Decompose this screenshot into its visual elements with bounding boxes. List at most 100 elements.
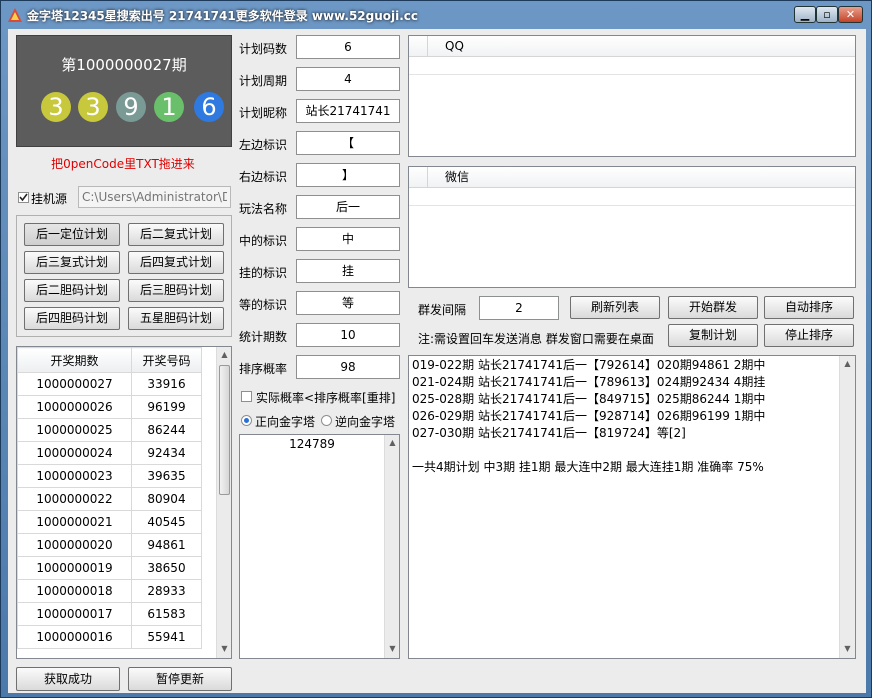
field-input[interactable]: 站长21741741 (296, 99, 400, 123)
app-window: 金字塔12345星搜索出号 21741741更多软件登录 www.52guoji… (0, 0, 872, 698)
plan-button[interactable]: 后一定位计划 (24, 223, 120, 246)
reverse-radio[interactable] (321, 415, 332, 426)
forward-radio[interactable] (241, 415, 252, 426)
field-input[interactable]: 98 (296, 355, 400, 379)
table-row[interactable]: 1000000024 92434 (17, 441, 202, 465)
table-row[interactable]: 1000000025 86244 (17, 418, 202, 442)
history-period-cell: 1000000020 (17, 533, 132, 557)
wechat-list[interactable]: 微信 (408, 166, 856, 288)
history-number-cell: 86244 (131, 418, 202, 442)
table-row[interactable]: 1000000020 94861 (17, 533, 202, 557)
scroll-thumb[interactable] (219, 365, 230, 495)
minimize-button[interactable]: ▁ (794, 6, 816, 23)
maximize-icon: ▫ (823, 8, 831, 21)
qq-column-header[interactable]: QQ (445, 36, 464, 56)
field-label: 统计期数 (239, 330, 288, 344)
pyramid-scrollbar[interactable]: ▲ ▼ (384, 435, 399, 658)
maximize-button[interactable]: ▫ (816, 6, 838, 23)
title-bar[interactable]: 金字塔12345星搜索出号 21741741更多软件登录 www.52guoji… (1, 1, 871, 29)
copy-plan-button[interactable]: 复制计划 (668, 324, 758, 347)
field-input[interactable]: 】 (296, 163, 400, 187)
table-row[interactable]: 1000000027 33916 (17, 372, 202, 396)
window-title: 金字塔12345星搜索出号 21741741更多软件登录 www.52guoji… (27, 9, 419, 23)
forward-label: 正向金字塔 (255, 415, 316, 429)
source-path-input[interactable] (78, 186, 231, 208)
field-label: 排序概率 (239, 362, 288, 376)
history-period-cell: 1000000021 (17, 510, 132, 534)
plan-log[interactable]: 019-022期 站长21741741后一【792614】020期94861 2… (408, 355, 856, 659)
result-display: 第1000000027期 33916 (16, 35, 232, 147)
close-icon: ✕ (845, 8, 856, 21)
field-input[interactable]: 中 (296, 227, 400, 251)
history-table: 开奖期数 开奖号码 1000000027 33916 1000000026 96199… (17, 347, 202, 649)
start-group-send-button[interactable]: 开始群发 (668, 296, 758, 319)
wechat-list-header: 微信 (409, 167, 855, 188)
scroll-up-icon[interactable]: ▲ (840, 356, 855, 372)
field-input[interactable]: 挂 (296, 259, 400, 283)
history-number-cell: 61583 (131, 602, 202, 626)
table-row[interactable]: 1000000022 80904 (17, 487, 202, 511)
field-input[interactable]: 后一 (296, 195, 400, 219)
table-row[interactable]: 1000000019 38650 (17, 556, 202, 580)
field-label: 等的标识 (239, 298, 288, 312)
field-label: 玩法名称 (239, 202, 288, 216)
pause-update-button[interactable]: 暂停更新 (128, 667, 232, 691)
plan-button[interactable]: 后三复式计划 (24, 251, 120, 274)
fetch-status-button[interactable]: 获取成功 (16, 667, 120, 691)
plan-button[interactable]: 五星胆码计划 (128, 307, 224, 330)
list-item[interactable]: 124789 (240, 437, 384, 451)
field-input[interactable]: 6 (296, 35, 400, 59)
field-input[interactable]: 10 (296, 323, 400, 347)
scroll-down-icon[interactable]: ▼ (385, 641, 399, 657)
table-row[interactable]: 1000000026 96199 (17, 395, 202, 419)
actual-prob-checkbox[interactable] (241, 391, 252, 402)
table-row[interactable]: 1000000023 39635 (17, 464, 202, 488)
interval-input[interactable]: 2 (479, 296, 559, 320)
plan-button[interactable]: 后四胆码计划 (24, 307, 120, 330)
history-number-cell: 80904 (131, 487, 202, 511)
source-checkbox[interactable] (18, 192, 29, 203)
plan-button[interactable]: 后三胆码计划 (128, 279, 224, 302)
history-number-cell: 38650 (131, 556, 202, 580)
history-scrollbar[interactable]: ▲ ▼ (216, 347, 231, 658)
history-number-cell: 28933 (131, 579, 202, 603)
history-period-cell: 1000000027 (17, 372, 132, 396)
field-input[interactable]: 等 (296, 291, 400, 315)
history-number-cell: 92434 (131, 441, 202, 465)
log-line: 一共4期计划 中3期 挂1期 最大连中2期 最大连挂1期 准确率 75% (412, 460, 764, 474)
table-row[interactable]: 1000000021 40545 (17, 510, 202, 534)
field-input[interactable]: 4 (296, 67, 400, 91)
reverse-label: 逆向金字塔 (335, 415, 396, 429)
table-row[interactable]: 1000000018 28933 (17, 579, 202, 603)
drag-hint: 把0penCode里TXT拖进来 (51, 157, 195, 171)
result-ball: 1 (154, 92, 184, 122)
table-row[interactable]: 1000000016 55941 (17, 625, 202, 649)
col-period-header[interactable]: 开奖期数 (17, 347, 132, 373)
pyramid-list[interactable]: 124789 ▲ ▼ (239, 434, 400, 659)
scroll-up-icon[interactable]: ▲ (385, 435, 399, 451)
plan-button[interactable]: 后四复式计划 (128, 251, 224, 274)
refresh-list-button[interactable]: 刷新列表 (570, 296, 660, 319)
plan-button[interactable]: 后二胆码计划 (24, 279, 120, 302)
plan-button[interactable]: 后二复式计划 (128, 223, 224, 246)
history-period-cell: 1000000019 (17, 556, 132, 580)
auto-sort-button[interactable]: 自动排序 (764, 296, 854, 319)
field-input[interactable]: 【 (296, 131, 400, 155)
scroll-down-icon[interactable]: ▼ (217, 641, 231, 657)
col-number-header[interactable]: 开奖号码 (131, 347, 202, 373)
check-icon (19, 193, 28, 202)
wechat-column-header[interactable]: 微信 (445, 167, 469, 187)
qq-list[interactable]: QQ (408, 35, 856, 157)
result-ball: 3 (41, 92, 71, 122)
minimize-icon: ▁ (800, 8, 810, 21)
close-button[interactable]: ✕ (838, 6, 863, 23)
scroll-up-icon[interactable]: ▲ (217, 347, 231, 363)
table-row[interactable]: 1000000017 61583 (17, 602, 202, 626)
stop-sort-button[interactable]: 停止排序 (764, 324, 854, 347)
scroll-down-icon[interactable]: ▼ (840, 641, 855, 657)
history-list[interactable]: 开奖期数 开奖号码 1000000027 33916 1000000026 96199… (16, 346, 232, 659)
log-scrollbar[interactable]: ▲ ▼ (839, 356, 855, 658)
log-line: 019-022期 站长21741741后一【792614】020期94861 2… (412, 358, 766, 372)
field-label: 右边标识 (239, 170, 288, 184)
